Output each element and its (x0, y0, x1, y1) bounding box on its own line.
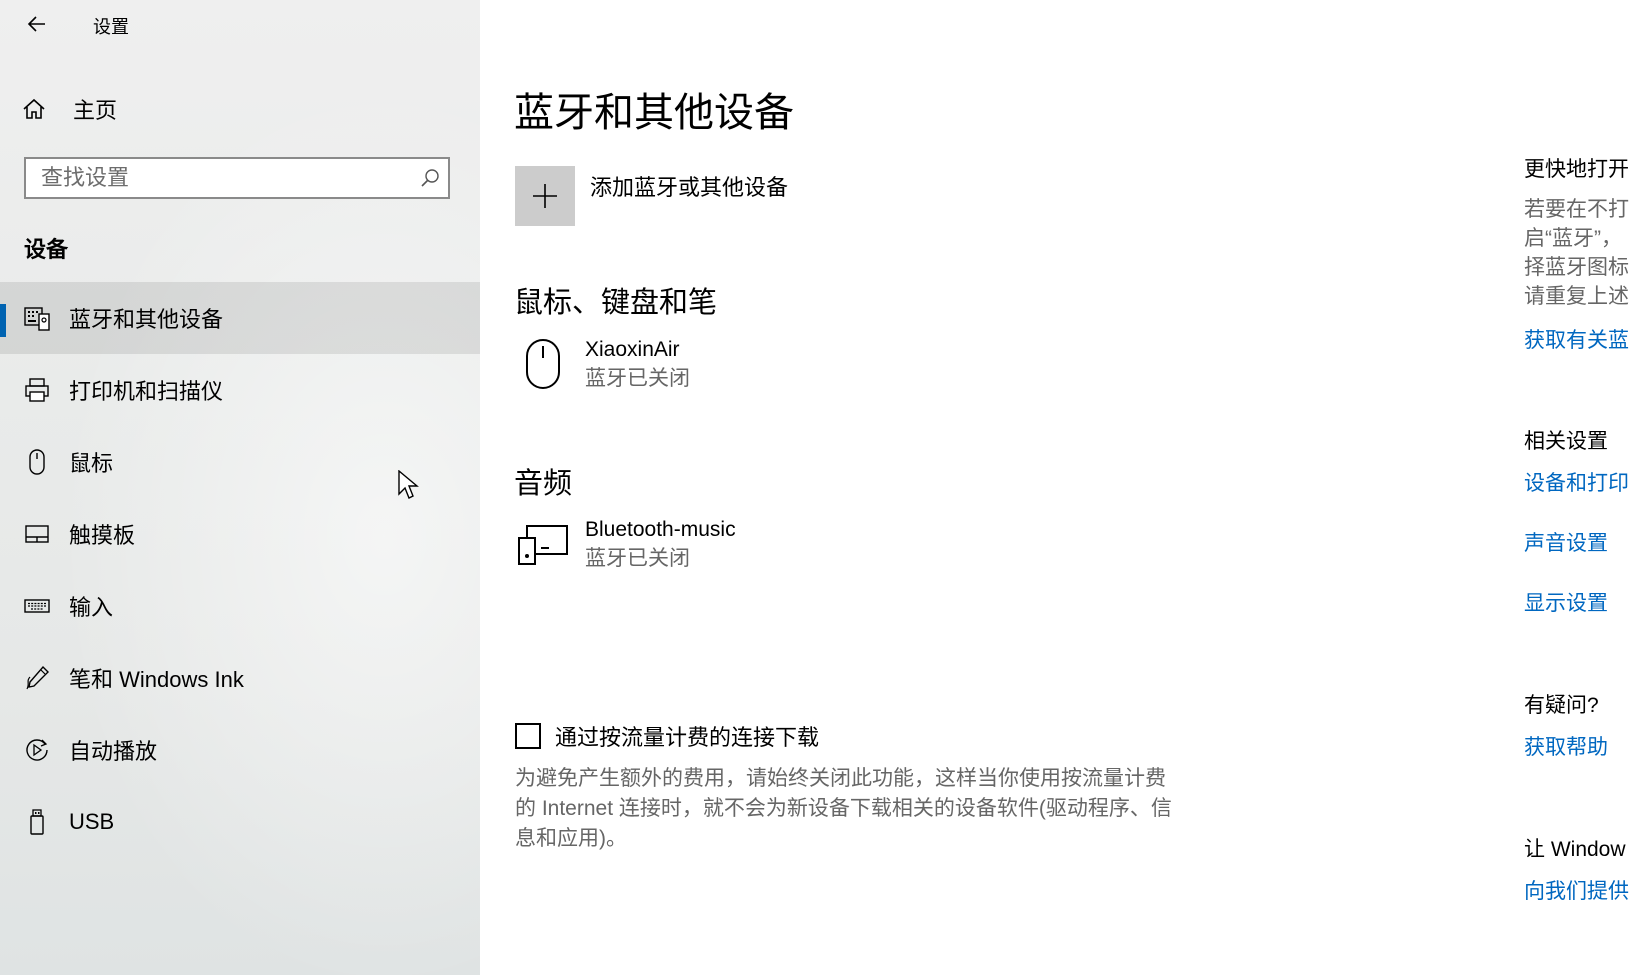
quick-open-text-2: 启“蓝牙”， (1524, 227, 1622, 250)
back-button[interactable] (20, 8, 54, 40)
mouse-icon (22, 447, 52, 477)
pen-icon (22, 663, 52, 693)
sidebar-item-autoplay[interactable]: 自动播放 (0, 714, 480, 786)
quick-open-title: 更快地打开 (1524, 158, 1629, 181)
sidebar-item-label: USB (69, 809, 115, 834)
sidebar: 设置 主页 设备 蓝牙和其他设备 打印机和扫描仪 (0, 0, 480, 975)
audio-device-icon (515, 516, 571, 572)
search-input[interactable] (26, 158, 412, 198)
printer-icon (22, 375, 52, 405)
sidebar-item-label: 输入 (69, 595, 114, 620)
add-device-label: 添加蓝牙或其他设备 (590, 175, 789, 200)
search-box[interactable] (24, 157, 450, 199)
add-tile (515, 166, 575, 226)
back-arrow-icon (27, 16, 45, 32)
question-title: 有疑问? (1524, 694, 1599, 717)
quick-open-text-4: 请重复上述 (1524, 285, 1629, 308)
group-title-audio: 音频 (514, 468, 573, 500)
home-label: 主页 (73, 98, 118, 123)
feedback-link[interactable]: 向我们提供 (1524, 875, 1629, 905)
device-status: 蓝牙已关闭 (585, 367, 690, 390)
page-title: 蓝牙和其他设备 (514, 91, 794, 135)
sidebar-item-touchpad[interactable]: 触摸板 (0, 498, 480, 570)
metered-description: 为避免产生额外的费用，请始终关闭此功能，这样当你使用按流量计费的 Interne… (515, 767, 1172, 850)
sidebar-nav: 蓝牙和其他设备 打印机和扫描仪 鼠标 触摸板 输入 笔和 Windows Ink… (0, 282, 480, 858)
touchpad-icon (22, 519, 52, 549)
metered-download-checkbox[interactable] (515, 723, 541, 749)
metered-download-label: 通过按流量计费的连接下载 (555, 725, 820, 750)
plus-icon (533, 184, 557, 208)
sidebar-item-usb[interactable]: USB (0, 786, 480, 858)
usb-icon (22, 807, 52, 837)
sidebar-item-bluetooth[interactable]: 蓝牙和其他设备 (0, 282, 480, 354)
metered-download-option[interactable]: 通过按流量计费的连接下载 (515, 720, 819, 752)
bluetooth-devices-icon (22, 303, 52, 333)
sidebar-item-printers[interactable]: 打印机和扫描仪 (0, 354, 480, 426)
sidebar-item-label: 鼠标 (69, 451, 114, 476)
sidebar-item-label: 自动播放 (69, 739, 158, 764)
display-settings-link[interactable]: 显示设置 (1524, 587, 1608, 617)
devices-printers-link[interactable]: 设备和打印 (1524, 467, 1629, 497)
improve-windows-title: 让 Window (1524, 838, 1626, 861)
main-content: 蓝牙和其他设备 添加蓝牙或其他设备 鼠标、键盘和笔 XiaoxinAir 蓝牙已… (480, 0, 1490, 975)
right-panel: 更快地打开 若要在不打 启“蓝牙”， 择蓝牙图标 请重复上述 获取有关蓝 相关设… (1524, 0, 1634, 975)
quick-open-text-3: 择蓝牙图标 (1524, 256, 1629, 279)
sound-settings-link[interactable]: 声音设置 (1524, 527, 1608, 557)
mouse-cursor-icon (398, 469, 420, 505)
search-icon[interactable] (412, 168, 448, 188)
bluetooth-info-link[interactable]: 获取有关蓝 (1524, 324, 1629, 354)
autoplay-icon (22, 735, 52, 765)
add-device-button[interactable]: 添加蓝牙或其他设备 (515, 166, 788, 226)
sidebar-item-label: 蓝牙和其他设备 (69, 307, 224, 332)
get-help-link[interactable]: 获取帮助 (1524, 731, 1608, 761)
quick-open-text-1: 若要在不打 (1524, 198, 1629, 221)
device-item-bluetooth-music[interactable]: Bluetooth-music 蓝牙已关闭 (515, 516, 736, 574)
home-icon (22, 97, 62, 121)
section-title: 设备 (24, 237, 69, 262)
sidebar-item-typing[interactable]: 输入 (0, 570, 480, 642)
sidebar-item-label: 打印机和扫描仪 (69, 379, 224, 404)
sidebar-item-label: 笔和 Windows Ink (69, 667, 244, 692)
keyboard-icon (22, 591, 52, 621)
app-title: 设置 (93, 17, 129, 37)
device-name: XiaoxinAir (585, 338, 680, 361)
mouse-icon (515, 336, 571, 392)
device-name: Bluetooth-music (585, 518, 736, 541)
sidebar-item-pen[interactable]: 笔和 Windows Ink (0, 642, 480, 714)
related-settings-title: 相关设置 (1524, 430, 1608, 453)
device-status: 蓝牙已关闭 (585, 547, 690, 570)
group-title-input-devices: 鼠标、键盘和笔 (514, 287, 718, 319)
device-item-xiaoxinair[interactable]: XiaoxinAir 蓝牙已关闭 (515, 336, 690, 394)
sidebar-item-label: 触摸板 (69, 523, 136, 548)
home-nav-item[interactable]: 主页 (0, 86, 480, 132)
